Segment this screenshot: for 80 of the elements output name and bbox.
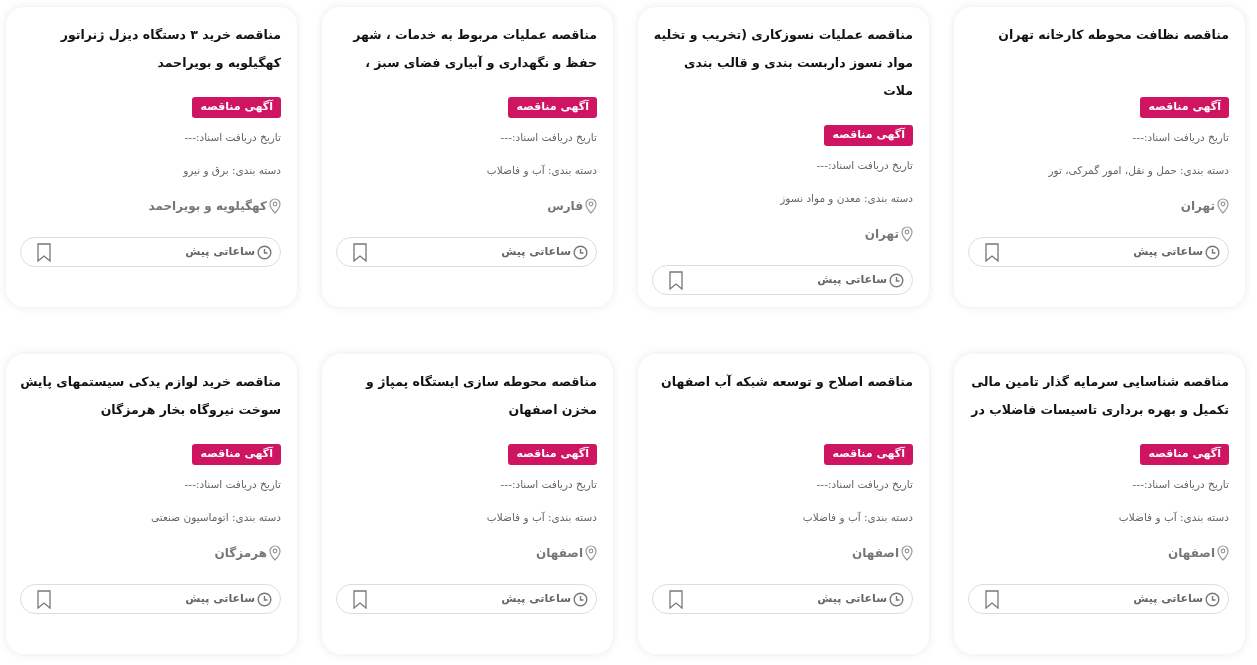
category-text: دسته بندی: معدن و مواد نسوز <box>780 191 913 207</box>
tender-card[interactable]: مناقصه خرید ۳ دستگاه دیزل ژنراتور کهگیلویه و بویراحمد آگهی مناقصه تاریخ دریافت اسناد:--- دسته بندی: برق و نیرو کهگیلویه و بویراحمد ساعاتی پیش <box>6 7 297 307</box>
category-text: دسته بندی: آب و فاضلاب <box>486 510 597 526</box>
clock-icon <box>889 272 904 288</box>
category-tag: آگهی مناقصه <box>1140 444 1229 465</box>
location-text: تهران <box>1180 198 1215 215</box>
document-date: تاریخ دریافت اسناد:--- <box>500 129 597 146</box>
clock-icon <box>1205 591 1220 607</box>
location-text: اصفهان <box>1168 545 1215 562</box>
bookmark-button[interactable] <box>37 589 51 609</box>
location-text: اصفهان <box>852 545 899 562</box>
document-date: تاریخ دریافت اسناد:--- <box>816 157 913 174</box>
time-text: ساعاتی پیش <box>817 590 887 607</box>
document-date: تاریخ دریافت اسناد:--- <box>816 476 913 493</box>
category-text: دسته بندی: برق و نیرو <box>183 163 281 179</box>
card-title[interactable]: مناقصه عملیات نسوزکاری (تخریب و تخلیه مواد نسوز داربست بندی و قالب بندی ملات <box>652 21 913 105</box>
bookmark-button[interactable] <box>985 242 999 262</box>
card-title[interactable]: مناقصه محوطه سازی ایستگاه پمپاژ و مخزن اصفهان <box>336 368 597 424</box>
category-text: دسته بندی: آب و فاضلاب <box>486 163 597 179</box>
location-text: کهگیلویه و بویراحمد <box>148 198 267 215</box>
location-text: هرمزگان <box>214 545 267 562</box>
card-title[interactable]: مناقصه اصلاح و توسعه شبکه آب اصفهان <box>661 368 913 424</box>
bookmark-button[interactable] <box>669 589 683 609</box>
location-pin-icon <box>901 226 913 242</box>
location-text: فارس <box>547 198 583 215</box>
bookmark-button[interactable] <box>353 242 367 262</box>
clock-icon <box>573 244 588 260</box>
card-title[interactable]: مناقصه نظافت محوطه کارخانه تهران <box>998 21 1229 77</box>
time-text: ساعاتی پیش <box>185 590 255 607</box>
location-pin-icon <box>269 545 281 561</box>
location-pin-icon <box>585 545 597 561</box>
category-text: دسته بندی: آب و فاضلاب <box>1118 510 1229 526</box>
tender-card[interactable]: مناقصه اصلاح و توسعه شبکه آب اصفهان آگهی مناقصه تاریخ دریافت اسناد:--- دسته بندی: آب و فاضلاب اصفهان ساعاتی پیش <box>638 354 929 654</box>
clock-icon <box>573 591 588 607</box>
category-text: دسته بندی: حمل و نقل، امور گمرکی، تور <box>1048 163 1229 179</box>
card-title[interactable]: مناقصه خرید لوازم یدکی سیستمهای پایش سوخت نیروگاه بخار هرمزگان <box>20 368 281 424</box>
location-pin-icon <box>269 198 281 214</box>
clock-icon <box>889 591 904 607</box>
category-tag: آگهی مناقصه <box>508 444 597 465</box>
tender-card[interactable]: مناقصه عملیات مربوط به خدمات ، شهر حفظ و نگهداری و آبیاری فضای سبز ، آگهی مناقصه تاریخ دریافت اسناد:--- دسته بندی: آب و فاضلاب فارس ساعاتی پیش <box>322 7 613 307</box>
clock-icon <box>257 244 272 260</box>
category-text: دسته بندی: اتوماسیون صنعتی <box>151 510 281 526</box>
time-text: ساعاتی پیش <box>501 590 571 607</box>
tender-card[interactable]: مناقصه شناسایی سرمایه گذار تامین مالی تکمیل و بهره برداری تاسیسات فاضلاب در آگهی مناقصه تاریخ دریافت اسناد:--- دسته بندی: آب و فاضلاب اصفهان ساعاتی پیش <box>954 354 1245 654</box>
location-text: اصفهان <box>536 545 583 562</box>
time-text: ساعاتی پیش <box>817 271 887 288</box>
card-title[interactable]: مناقصه عملیات مربوط به خدمات ، شهر حفظ و نگهداری و آبیاری فضای سبز ، <box>336 21 597 77</box>
bookmark-button[interactable] <box>985 589 999 609</box>
category-tag: آگهی مناقصه <box>192 97 281 118</box>
bookmark-button[interactable] <box>669 270 683 290</box>
bookmark-button[interactable] <box>353 589 367 609</box>
document-date: تاریخ دریافت اسناد:--- <box>184 476 281 493</box>
bookmark-button[interactable] <box>37 242 51 262</box>
category-text: دسته بندی: آب و فاضلاب <box>802 510 913 526</box>
category-tag: آگهی مناقصه <box>824 444 913 465</box>
category-tag: آگهی مناقصه <box>192 444 281 465</box>
time-text: ساعاتی پیش <box>185 243 255 260</box>
category-tag: آگهی مناقصه <box>1140 97 1229 118</box>
tender-card[interactable]: مناقصه نظافت محوطه کارخانه تهران آگهی مناقصه تاریخ دریافت اسناد:--- دسته بندی: حمل و نقل، امور گمرکی، تور تهران ساعاتی پیش <box>954 7 1245 307</box>
time-text: ساعاتی پیش <box>1133 590 1203 607</box>
time-text: ساعاتی پیش <box>501 243 571 260</box>
document-date: تاریخ دریافت اسناد:--- <box>1132 476 1229 493</box>
location-pin-icon <box>585 198 597 214</box>
card-title[interactable]: مناقصه خرید ۳ دستگاه دیزل ژنراتور کهگیلویه و بویراحمد <box>20 21 281 77</box>
card-title[interactable]: مناقصه شناسایی سرمایه گذار تامین مالی تکمیل و بهره برداری تاسیسات فاضلاب در <box>968 368 1229 424</box>
document-date: تاریخ دریافت اسناد:--- <box>184 129 281 146</box>
tender-card[interactable]: مناقصه خرید لوازم یدکی سیستمهای پایش سوخت نیروگاه بخار هرمزگان آگهی مناقصه تاریخ دریافت اسناد:--- دسته بندی: اتوماسیون صنعتی هرمزگان ساعاتی پیش <box>6 354 297 654</box>
location-text: تهران <box>864 226 899 243</box>
tender-card[interactable]: مناقصه عملیات نسوزکاری (تخریب و تخلیه مواد نسوز داربست بندی و قالب بندی ملات آگهی مناقصه تاریخ دریافت اسناد:--- دسته بندی: معدن و مواد نسوز تهران ساعاتی پیش <box>638 7 929 307</box>
location-pin-icon <box>901 545 913 561</box>
time-text: ساعاتی پیش <box>1133 243 1203 260</box>
category-tag: آگهی مناقصه <box>508 97 597 118</box>
clock-icon <box>257 591 272 607</box>
document-date: تاریخ دریافت اسناد:--- <box>500 476 597 493</box>
location-pin-icon <box>1217 198 1229 214</box>
tender-card[interactable]: مناقصه محوطه سازی ایستگاه پمپاژ و مخزن اصفهان آگهی مناقصه تاریخ دریافت اسناد:--- دسته بندی: آب و فاضلاب اصفهان ساعاتی پیش <box>322 354 613 654</box>
document-date: تاریخ دریافت اسناد:--- <box>1132 129 1229 146</box>
category-tag: آگهی مناقصه <box>824 125 913 146</box>
clock-icon <box>1205 244 1220 260</box>
location-pin-icon <box>1217 545 1229 561</box>
